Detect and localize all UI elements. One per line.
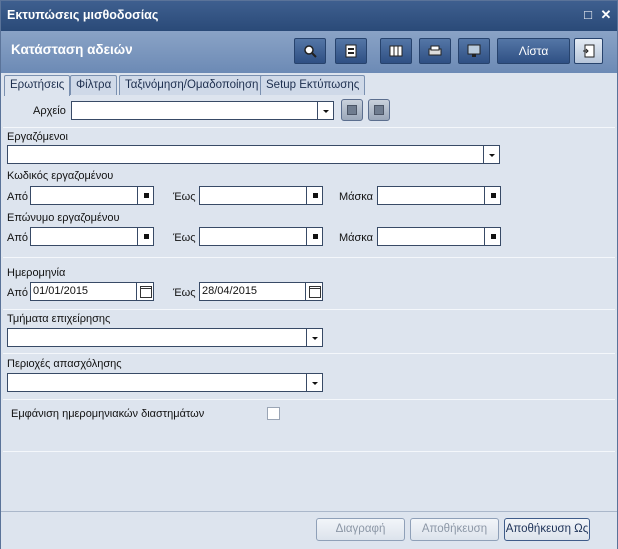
lookup-icon[interactable] [306,227,323,246]
tab-questions[interactable]: Ερωτήσεις [4,75,71,96]
preview-button[interactable] [458,38,490,64]
report-button[interactable] [335,38,367,64]
date-from-label: Από [7,287,29,299]
tab-sorting-grouping[interactable]: Ταξινόμηση/Ομαδοποίηση [119,75,265,95]
lookup-icon[interactable] [484,186,501,205]
employee-code-mask-label: Μάσκα [339,191,374,203]
departments-label: Τμήματα επιχείρησης [7,313,111,325]
divider [3,257,615,258]
lookup-icon[interactable] [484,227,501,246]
employee-code-mask-input[interactable] [377,186,501,205]
date-to-label: Έως [173,287,196,299]
work-areas-label: Περιοχές απασχόλησης [7,358,122,370]
employees-label: Εργαζόμενοι [7,131,68,143]
calendar-icon[interactable] [136,282,154,301]
divider [3,127,615,128]
employee-surname-to-label: Έως [173,232,196,244]
report-window: Εκτυπώσεις μισθοδοσίας □ ✕ Κατάσταση αδε… [0,0,618,549]
report-icon [345,44,357,58]
restore-icon[interactable]: □ [581,8,595,22]
chevron-down-icon[interactable] [483,145,500,164]
square-icon [374,105,384,115]
lookup-icon[interactable] [306,186,323,205]
file-label: Αρχείο [33,105,66,117]
tab-filters[interactable]: Φίλτρα [70,75,118,95]
lookup-icon[interactable] [137,227,154,246]
file-action-button-1[interactable] [341,99,363,121]
show-intervals-label: Εμφάνιση ημερομηνιακών διαστημάτων [11,408,205,420]
printer-icon [428,45,442,56]
employee-surname-mask-input[interactable] [377,227,501,246]
employee-code-from-input[interactable] [30,186,154,205]
tab-print-setup[interactable]: Setup Εκτύπωσης [260,75,366,95]
file-action-button-2[interactable] [368,99,390,121]
show-intervals-checkbox[interactable] [267,407,280,420]
employee-surname-from-input[interactable] [30,227,154,246]
list-button[interactable]: Λίστα [497,38,570,64]
print-button[interactable] [419,38,451,64]
file-select[interactable] [71,101,334,120]
calendar-icon[interactable] [305,282,323,301]
columns-button[interactable] [380,38,412,64]
employee-code-to-input[interactable] [199,186,323,205]
employee-code-to-label: Έως [173,191,196,203]
close-icon[interactable]: ✕ [599,8,613,22]
square-icon [347,105,357,115]
employee-surname-to-input[interactable] [199,227,323,246]
departments-select[interactable] [7,328,323,347]
employee-code-from-label: Από [7,191,29,203]
divider [3,309,615,310]
magnifier-icon [304,45,317,58]
employee-code-label: Κωδικός εργαζομένου [7,170,114,182]
save-button[interactable]: Αποθήκευση [410,518,499,541]
report-subtitle: Κατάσταση αδειών [11,42,133,57]
delete-button[interactable]: Διαγραφή [316,518,405,541]
chevron-down-icon[interactable] [306,328,323,347]
divider [3,451,615,452]
footer-bar: Διαγραφή Αποθήκευση Αποθήκευση Ως [1,511,617,549]
divider [3,399,615,400]
date-from-input[interactable]: 01/01/2015 [30,282,154,301]
date-to-input[interactable]: 28/04/2015 [199,282,323,301]
chevron-down-icon[interactable] [306,373,323,392]
monitor-icon [467,44,481,57]
lookup-icon[interactable] [137,186,154,205]
employee-surname-from-label: Από [7,232,29,244]
employees-select[interactable] [7,145,500,164]
save-as-button[interactable]: Αποθήκευση Ως [504,518,590,541]
employee-surname-mask-label: Μάσκα [339,232,374,244]
work-areas-select[interactable] [7,373,323,392]
columns-icon [389,45,403,57]
window-title: Εκτυπώσεις μισθοδοσίας [7,8,159,22]
search-button[interactable] [294,38,326,64]
chevron-down-icon[interactable] [317,101,334,120]
date-label: Ημερομηνία [7,267,66,279]
title-bar: Εκτυπώσεις μισθοδοσίας □ ✕ [1,1,617,31]
export-button[interactable] [574,38,603,64]
divider [3,353,615,354]
employee-surname-label: Επώνυμο εργαζομένου [7,212,120,224]
document-export-icon [582,44,594,58]
